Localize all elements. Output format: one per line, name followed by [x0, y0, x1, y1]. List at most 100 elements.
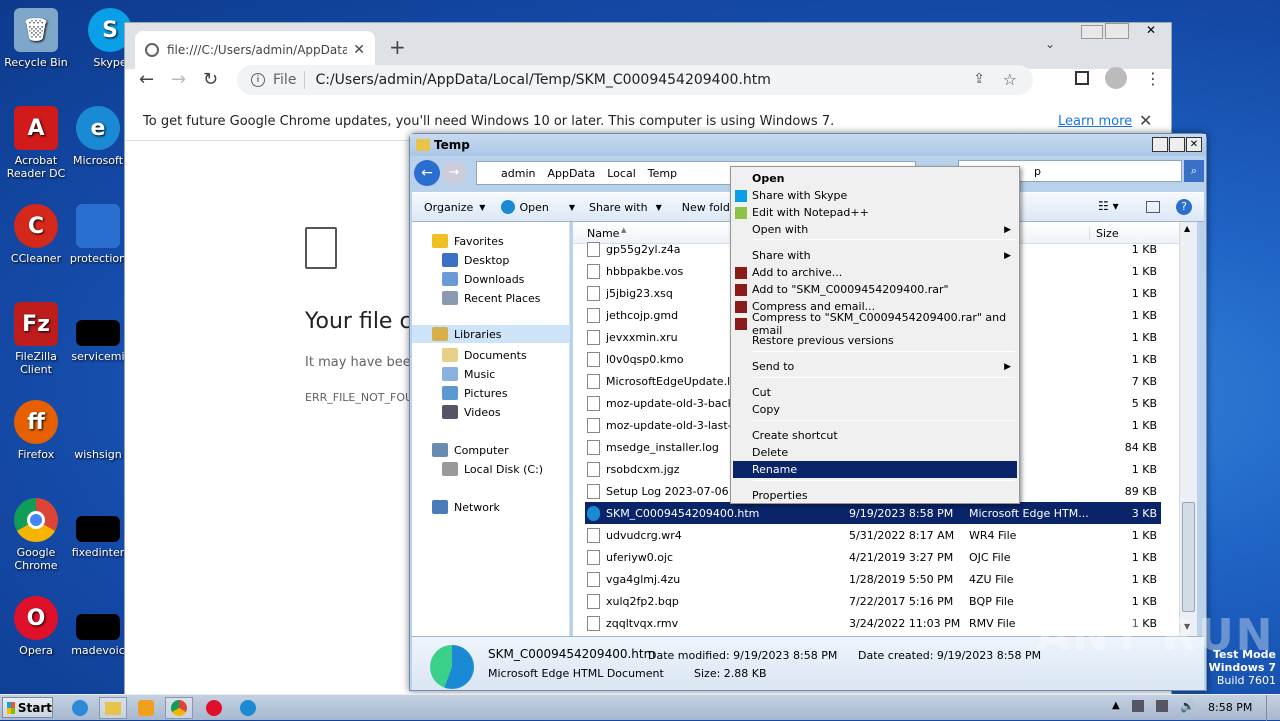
nav-libraries[interactable]: Libraries	[412, 325, 570, 343]
desktop-icon-firefox[interactable]: ff Firefox	[4, 400, 68, 461]
desktop-icon-madevoic[interactable]: madevoic	[66, 596, 130, 657]
back-arrow-icon[interactable]: ←	[139, 69, 154, 90]
menu-item-rename[interactable]: Rename	[733, 461, 1017, 478]
file-row[interactable]: vga4glmj.4zu 1/28/2019 5:50 PM 4ZU File 1 K…	[585, 568, 1161, 590]
show-desktop-button[interactable]	[1266, 695, 1280, 721]
menu-item-add-to-skm-c0009454209400-rar[interactable]: Add to "SKM_C0009454209400.rar"	[733, 281, 1017, 298]
search-icon[interactable]: ⌕	[1184, 160, 1204, 182]
bookmark-star-icon[interactable]: ☆	[1003, 70, 1017, 89]
file-row[interactable]: udvudcrg.wr4 5/31/2022 8:17 AM WR4 File 1 K…	[585, 524, 1161, 546]
desktop-icon-servicemi[interactable]: servicemi	[66, 302, 130, 363]
learn-more-link[interactable]: Learn more	[1058, 114, 1132, 129]
menu-item-share-with-skype[interactable]: Share with Skype	[733, 187, 1017, 204]
taskbar-opera[interactable]	[200, 697, 228, 719]
nav-pictures[interactable]: Pictures	[442, 384, 508, 402]
taskbar-explorer[interactable]	[99, 697, 127, 719]
tray-network-icon[interactable]	[1156, 700, 1168, 712]
menu-item-restore-previous-versions[interactable]: Restore previous versions	[733, 332, 1017, 349]
vertical-scrollbar[interactable]: ▲ ▼	[1179, 222, 1197, 636]
menu-item-properties[interactable]: Properties	[733, 487, 1017, 504]
forward-icon[interactable]: →	[442, 161, 466, 185]
scroll-up-icon[interactable]: ▲	[1184, 224, 1190, 233]
nav-music[interactable]: Music	[442, 365, 495, 383]
tab-title: file:///C:/Users/admin/AppData/Loca	[167, 43, 348, 57]
file-row[interactable]: xulq2fp2.bqp 7/22/2017 5:16 PM BQP File 1 K…	[585, 590, 1161, 612]
organize-button[interactable]: Organize	[424, 201, 473, 214]
nav-network[interactable]: Network	[432, 498, 500, 516]
tray-volume-icon[interactable]: 🔊	[1180, 699, 1195, 713]
share-icon[interactable]: ⇪	[973, 71, 985, 87]
open-button[interactable]: Open	[519, 201, 548, 214]
file-row[interactable]: uferiyw0.ojc 4/21/2019 3:27 PM OJC File 1 K…	[585, 546, 1161, 568]
new-tab-button[interactable]: +	[389, 35, 406, 59]
breadcrumb-temp[interactable]: Temp	[648, 167, 677, 180]
taskbar-chrome[interactable]	[165, 697, 193, 719]
taskbar-media-player[interactable]	[132, 697, 160, 719]
breadcrumb-local[interactable]: Local	[607, 167, 636, 180]
forward-arrow-icon[interactable]: →	[171, 69, 186, 90]
breadcrumb-admin[interactable]: admin	[501, 167, 535, 180]
close-window-button[interactable]: ✕	[1133, 23, 1169, 39]
menu-item-delete[interactable]: Delete	[733, 444, 1017, 461]
reload-icon[interactable]: ↻	[203, 69, 218, 90]
desktop-icon-opera[interactable]: O Opera	[4, 596, 68, 657]
close-button[interactable]: ✕	[1186, 137, 1202, 152]
file-row[interactable]: SKM_C0009454209400.htm 9/19/2023 8:58 PM M…	[585, 502, 1161, 524]
nav-local-disk[interactable]: Local Disk (C:)	[442, 460, 543, 478]
explorer-titlebar[interactable]: Temp ✕	[410, 134, 1206, 156]
start-button[interactable]: Start	[2, 697, 53, 718]
nav-desktop[interactable]: Desktop	[442, 251, 509, 269]
tray-flag-icon[interactable]	[1132, 700, 1144, 712]
menu-item-copy[interactable]: Copy	[733, 401, 1017, 418]
breadcrumb-appdata[interactable]: AppData	[547, 167, 595, 180]
file-icon	[587, 461, 600, 477]
menu-item-cut[interactable]: Cut	[733, 384, 1017, 401]
tray-expand-icon[interactable]: ▲	[1112, 700, 1120, 711]
desktop-icon-microsoft[interactable]: e Microsoft	[66, 106, 130, 167]
profile-avatar-icon[interactable]	[1105, 67, 1127, 89]
help-icon[interactable]: ?	[1176, 199, 1192, 215]
nav-favorites[interactable]: Favorites	[432, 232, 504, 250]
edge-icon	[240, 700, 256, 716]
back-icon[interactable]: ←	[414, 160, 440, 186]
menu-item-open-with[interactable]: Open with ▶	[733, 221, 1017, 238]
nav-recent-places[interactable]: Recent Places	[442, 289, 541, 307]
tab-search-icon[interactable]: ⌄	[1045, 37, 1055, 51]
desktop-icon-acrobat[interactable]: A Acrobat Reader DC	[4, 106, 68, 180]
restore-button[interactable]	[1105, 23, 1129, 39]
menu-item-create-shortcut[interactable]: Create shortcut	[733, 427, 1017, 444]
desktop-icon-ccleaner[interactable]: C CCleaner	[4, 204, 68, 265]
nav-downloads[interactable]: Downloads	[442, 270, 524, 288]
close-tab-icon[interactable]: ✕	[353, 42, 365, 58]
side-panel-icon[interactable]	[1075, 71, 1089, 85]
browser-tab[interactable]: file:///C:/Users/admin/AppData/Loca ✕	[135, 31, 375, 69]
menu-item-add-to-archive[interactable]: Add to archive...	[733, 264, 1017, 281]
clock[interactable]: 8:58 PM	[1208, 701, 1252, 714]
share-with-button[interactable]: Share with	[589, 201, 648, 214]
menu-item-send-to[interactable]: Send to ▶	[733, 358, 1017, 375]
menu-item-share-with[interactable]: Share with ▶	[733, 247, 1017, 264]
desktop-icon-protection[interactable]: protection	[66, 204, 130, 265]
desktop-icon-chrome[interactable]: Google Chrome	[4, 498, 68, 572]
menu-item-compress-to-skm-c0009454209400-rar-and-email[interactable]: Compress to "SKM_C0009454209400.rar" and…	[733, 311, 1017, 337]
nav-computer[interactable]: Computer	[432, 441, 509, 459]
desktop-icon-wishsign[interactable]: wishsign	[66, 400, 130, 461]
scroll-thumb[interactable]	[1182, 502, 1195, 612]
menu-kebab-icon[interactable]: ⋮	[1145, 69, 1161, 88]
maximize-button[interactable]	[1169, 137, 1185, 152]
desktop-icon-recycle-bin[interactable]: 🗑 Recycle Bin	[4, 8, 68, 69]
desktop-icon-fixedinter[interactable]: fixedinter	[66, 498, 130, 559]
minimize-button[interactable]	[1152, 137, 1168, 152]
menu-item-edit-with-notepad[interactable]: Edit with Notepad++	[733, 204, 1017, 221]
menu-item-open[interactable]: Open	[733, 170, 1017, 187]
minimize-button[interactable]	[1081, 25, 1103, 39]
taskbar-edge[interactable]	[234, 697, 262, 719]
taskbar-ie[interactable]	[66, 697, 94, 719]
preview-pane-icon[interactable]	[1146, 201, 1160, 213]
nav-documents[interactable]: Documents	[442, 346, 527, 364]
close-infobar-icon[interactable]: ✕	[1139, 111, 1152, 130]
nav-videos[interactable]: Videos	[442, 403, 501, 421]
desktop-icon-filezilla[interactable]: Fz FileZilla Client	[4, 302, 68, 376]
views-icon[interactable]: ☷ ▾	[1098, 199, 1119, 213]
address-bar[interactable]: i File C:/Users/admin/AppData/Local/Temp…	[237, 65, 1033, 95]
